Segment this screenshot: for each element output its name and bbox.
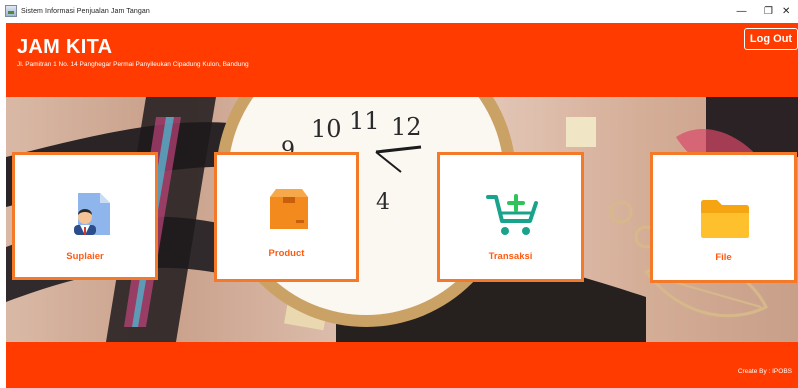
suplaier-card[interactable]: Suplaier <box>12 152 158 280</box>
transaksi-card[interactable]: Transaksi <box>437 152 584 282</box>
file-card[interactable]: File <box>650 152 797 283</box>
folder-icon <box>701 200 749 238</box>
shopping-cart-add-icon <box>486 194 538 235</box>
restore-button[interactable]: ❐ <box>755 0 782 22</box>
title-bar: Sistem Informasi Penjualan Jam Tangan — … <box>0 0 798 22</box>
window-controls: — ❐ ✕ <box>728 0 798 22</box>
svg-text:10: 10 <box>311 115 342 143</box>
store-address: Jl. Pamitran 1 No. 14 Panghegar Permai P… <box>17 61 249 68</box>
suplaier-label: Suplaier <box>66 251 104 262</box>
window-title: Sistem Informasi Penjualan Jam Tangan <box>21 7 150 15</box>
logout-button[interactable]: Log Out <box>744 28 798 50</box>
svg-text:4: 4 <box>376 190 390 215</box>
product-box-icon <box>270 189 308 229</box>
java-app-icon <box>5 5 17 17</box>
brand-title: JAM KITA <box>17 36 113 58</box>
supplier-user-icon <box>74 193 110 235</box>
footer-panel: Create By : IPOBS <box>6 342 798 388</box>
credit-text: Create By : IPOBS <box>737 368 792 375</box>
svg-text:11: 11 <box>349 107 380 135</box>
transaksi-label: Transaksi <box>488 251 533 262</box>
product-card[interactable]: Product <box>214 152 359 282</box>
header-panel: JAM KITA Jl. Pamitran 1 No. 14 Panghegar… <box>6 23 798 97</box>
product-label: Product <box>268 248 305 259</box>
close-button[interactable]: ✕ <box>782 0 798 22</box>
svg-text:12: 12 <box>391 113 422 141</box>
app-window: Sistem Informasi Penjualan Jam Tangan — … <box>0 0 798 388</box>
file-label: File <box>715 252 732 263</box>
minimize-button[interactable]: — <box>728 0 755 22</box>
